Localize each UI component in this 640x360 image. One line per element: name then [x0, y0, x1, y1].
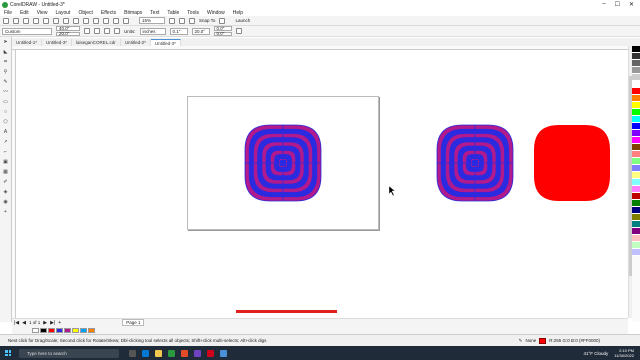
solid-red-flower[interactable]	[534, 125, 610, 201]
clock-date: 11/30/2022	[614, 353, 634, 358]
app-icon-3[interactable]	[207, 349, 214, 357]
palette-swatch[interactable]	[632, 242, 640, 249]
app-icon[interactable]	[181, 349, 188, 357]
palette-swatch[interactable]	[632, 102, 640, 109]
coreldraw-taskbar-icon[interactable]	[168, 349, 175, 357]
palette-swatch[interactable]	[632, 95, 640, 102]
palette-swatch[interactable]	[632, 179, 640, 186]
document-palette-swatch[interactable]	[88, 327, 95, 333]
document-palette-swatch[interactable]	[64, 327, 71, 333]
page-tab[interactable]: Page 1	[122, 319, 145, 326]
app-icon-2[interactable]	[194, 349, 201, 357]
clock[interactable]: 2:10 PM 11/30/2022	[614, 348, 634, 358]
document-palette-swatch[interactable]	[40, 327, 47, 333]
fill-outline-info: ✎ None R:255 G:0 B:0 (#FF0000)	[519, 337, 600, 344]
document-palette-swatch[interactable]	[48, 327, 55, 333]
palette-swatch[interactable]	[632, 81, 640, 88]
mouse-cursor-icon	[388, 185, 396, 197]
palette-swatch[interactable]	[632, 74, 640, 81]
palette-swatch[interactable]	[632, 109, 640, 116]
flower-center	[280, 160, 286, 166]
document-palette-swatch[interactable]	[72, 327, 79, 333]
system-tray: 41°F Cloudy 2:10 PM 11/30/2022	[583, 348, 634, 358]
status-bar: Next click for Drag/Scale; Second click …	[0, 334, 640, 346]
task-view-icon[interactable]	[129, 349, 136, 357]
app-icon-4[interactable]	[220, 349, 227, 357]
document-palette-swatch[interactable]	[56, 327, 63, 333]
palette-swatch[interactable]	[632, 130, 640, 137]
palette-swatch[interactable]	[632, 137, 640, 144]
palette-swatch[interactable]	[632, 53, 640, 60]
status-hint: Next click for Drag/Scale; Second click …	[8, 338, 267, 343]
artwork-layer	[244, 124, 610, 202]
palette-swatch[interactable]	[632, 200, 640, 207]
palette-swatch[interactable]	[632, 221, 640, 228]
palette-swatch[interactable]	[632, 172, 640, 179]
palette-swatch[interactable]	[632, 144, 640, 151]
edge-icon[interactable]	[142, 349, 149, 357]
fill-color-chip[interactable]	[539, 337, 547, 344]
first-page-icon[interactable]: |◀	[14, 320, 19, 326]
palette-swatch[interactable]	[632, 88, 640, 95]
solid-flower-shape	[534, 125, 610, 201]
page-counter: 1 of 1	[29, 320, 41, 325]
prev-page-icon[interactable]: ◀	[22, 320, 26, 326]
palette-swatch[interactable]	[632, 67, 640, 74]
palette-swatch[interactable]	[632, 151, 640, 158]
palette-swatch[interactable]	[632, 207, 640, 214]
outline-status: None	[525, 338, 537, 343]
weather-status[interactable]: 41°F Cloudy	[583, 351, 608, 356]
palette-swatch[interactable]	[632, 235, 640, 242]
palette-swatch[interactable]	[632, 60, 640, 67]
document-palette	[12, 326, 628, 334]
coreldraw-window: CorelDRAW - Untitled-3* – ☐ ✕ File Edit Vi…	[0, 0, 640, 360]
palette-swatch[interactable]	[632, 123, 640, 130]
taskbar-search[interactable]: Type here to search	[19, 348, 119, 358]
windows-start-icon[interactable]	[5, 350, 11, 356]
palette-swatch[interactable]	[632, 193, 640, 200]
file-explorer-icon[interactable]	[155, 349, 162, 357]
blended-flower-on-page[interactable]	[244, 124, 322, 202]
palette-swatch[interactable]	[632, 165, 640, 172]
last-page-icon[interactable]: ▶|	[50, 320, 55, 326]
document-palette-swatch[interactable]	[80, 327, 87, 333]
palette-swatch[interactable]	[632, 186, 640, 193]
document-palette-swatch[interactable]	[32, 327, 39, 333]
page-navigator: |◀ ◀ 1 of 1 ▶ ▶| + Page 1	[12, 318, 628, 326]
palette-swatch[interactable]	[632, 116, 640, 123]
taskbar-apps	[129, 349, 227, 357]
add-page-icon[interactable]: +	[58, 320, 61, 326]
outline-pen-icon[interactable]: ✎	[519, 338, 523, 344]
flower-center	[472, 160, 478, 166]
palette-swatch[interactable]	[632, 46, 640, 53]
red-line-object[interactable]	[236, 310, 337, 313]
fill-status: R:255 G:0 B:0 (#FF0000)	[549, 338, 600, 343]
blended-flower-copy[interactable]	[436, 124, 514, 202]
palette-swatch[interactable]	[632, 214, 640, 221]
windows-taskbar: Type here to search 41°F Cloudy 2:10 PM …	[0, 346, 640, 360]
palette-swatch[interactable]	[632, 249, 640, 256]
palette-swatch[interactable]	[632, 228, 640, 235]
color-palette	[632, 46, 640, 322]
palette-swatch[interactable]	[632, 158, 640, 165]
next-page-icon[interactable]: ▶	[43, 320, 47, 326]
